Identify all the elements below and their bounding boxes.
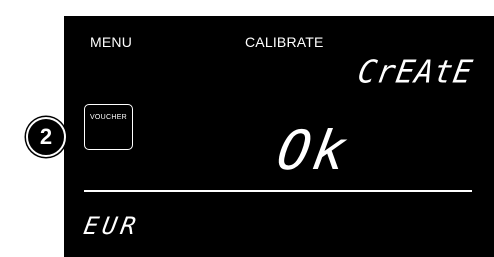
voucher-indicator: VOUCHER [84, 104, 133, 150]
menu-label: MENU [90, 34, 133, 50]
step-number: 2 [39, 124, 53, 149]
currency-readout: EUR [81, 212, 142, 240]
divider-line [84, 190, 472, 192]
step-callout-badge: 2 [26, 117, 66, 157]
mode-label: CALIBRATE [245, 34, 324, 50]
calibration-display-figure: MENU CALIBRATE CrEAtE VOUCHER Ok EUR 2 [0, 0, 494, 257]
voucher-label: VOUCHER [89, 114, 128, 121]
result-readout: Ok [272, 119, 355, 182]
status-readout: CrEAtE [354, 54, 476, 91]
lcd-screen: MENU CALIBRATE CrEAtE VOUCHER Ok EUR [64, 16, 494, 257]
